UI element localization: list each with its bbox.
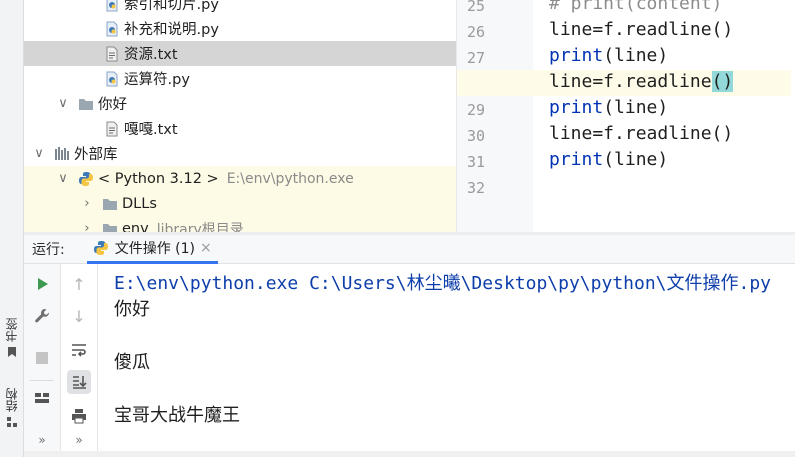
print-button[interactable] [67,404,91,428]
more-icon[interactable]: » [67,428,91,452]
line-number-gutter: 25 26 27 28 29 30 31 32 [457,0,533,232]
tree-item-file-selected[interactable]: 资源.txt [24,41,456,66]
settings-button[interactable] [30,304,54,328]
structure-tab[interactable]: 结构 [2,388,22,428]
left-tool-strip: 书签 结构 [0,0,24,457]
folder-icon [103,198,117,210]
bookmarks-tab[interactable]: 书签 [2,318,22,358]
tree-item-file[interactable]: 索引和切片.py [24,0,456,16]
stop-icon [36,352,48,364]
console-output-line: 你好 [114,299,150,320]
python-sdk-icon [79,171,93,186]
run-console[interactable]: E:\env\python.exe C:\Users\林尘曦\Desktop\p… [98,264,795,457]
run-title: 运行: [32,242,65,258]
code-line: # print(content) [549,0,723,14]
console-output-line: 傻瓜 [114,352,150,373]
code-line: print(line) [549,45,669,66]
chevron-down-icon[interactable]: ∨ [56,96,70,111]
chevron-down-icon[interactable]: ∨ [56,171,70,186]
line-number: 27 [466,49,485,67]
tree-item-file[interactable]: 运算符.py [24,66,456,91]
scroll-to-end-icon [73,376,87,389]
tree-item-folder[interactable]: › env library根目录 [24,216,456,232]
tree-item-external-libraries[interactable]: ∨ 外部库 [24,141,456,166]
tree-item-python-sdk[interactable]: ∨ < Python 3.12 > E:\env\python.exe [24,166,456,191]
run-tab-label: 文件操作 (1) [114,240,195,257]
chevron-right-icon[interactable]: › [80,196,94,211]
rerun-button[interactable] [30,272,54,296]
chevron-down-icon[interactable]: ∨ [32,146,46,161]
horizontal-scrollbar[interactable] [24,451,795,457]
up-arrow-icon[interactable]: ↑ [67,272,91,296]
line-number: 25 [466,0,485,15]
library-root-hint: library根目录 [156,221,244,233]
tree-item-file[interactable]: 补充和说明.py [24,16,456,41]
console-toolbar: ↑ ↓ » [61,264,98,457]
line-number: 30 [466,127,485,145]
folder-icon [79,98,93,110]
console-command-line: E:\env\python.exe C:\Users\林尘曦\Desktop\p… [114,273,772,294]
run-toolbar: » [24,264,61,457]
text-file-icon [106,46,118,61]
chevron-right-icon[interactable]: › [80,221,94,232]
line-number: 26 [466,23,485,41]
tree-item-folder[interactable]: ∨ 你好 [24,91,456,116]
code-editor[interactable]: 25 26 27 28 29 30 31 32 # print(content)… [456,0,795,232]
soft-wrap-icon [72,344,86,357]
line-number: 31 [466,153,485,171]
python-file-icon [106,71,118,86]
python-file-icon [106,21,118,36]
print-icon [72,409,86,424]
code-line: print(line) [549,97,669,118]
run-tool-window-header: 运行: 文件操作 (1) × [24,235,795,264]
editor-scrollbar[interactable] [791,0,795,232]
toolbar-separator [30,380,54,381]
library-icon [55,146,69,160]
more-icon[interactable]: » [30,428,54,452]
structure-label: 结构 [5,388,19,412]
tree-item-folder[interactable]: › DLLs [24,191,456,216]
code-line: line=f.readline() [549,71,734,92]
structure-icon [7,417,17,427]
scroll-to-end-button[interactable] [67,370,91,394]
layout-button[interactable] [30,386,54,410]
sdk-path-hint: E:\env\python.exe [226,170,354,187]
stop-button[interactable] [30,346,54,370]
code-line: line=f.readline() [549,19,734,40]
text-file-icon [106,121,118,136]
code-line: print(line) [549,149,669,170]
console-output-line: 宝哥大战牛魔王 [114,405,240,426]
wrench-icon [35,309,50,323]
close-icon[interactable]: × [200,240,212,256]
python-file-icon [106,0,118,11]
python-icon [93,240,108,255]
line-number: 29 [466,101,485,119]
code-line: line=f.readline() [549,123,734,144]
run-icon [38,278,48,290]
down-arrow-icon[interactable]: ↓ [67,304,91,328]
project-tree: 索引和切片.py 补充和说明.py 资源.txt 运算符.py ∨ 你好 嘎嘎.… [24,0,456,232]
soft-wrap-button[interactable] [67,338,91,362]
layout-icon [35,393,49,403]
matched-paren: () [711,71,734,92]
folder-icon [103,223,117,232]
line-number: 32 [466,179,485,197]
bookmarks-label: 书签 [5,318,19,342]
run-config-tab[interactable]: 文件操作 (1) × [86,235,218,264]
bookmark-icon [8,347,16,357]
tree-item-file[interactable]: 嘎嘎.txt [24,116,456,141]
